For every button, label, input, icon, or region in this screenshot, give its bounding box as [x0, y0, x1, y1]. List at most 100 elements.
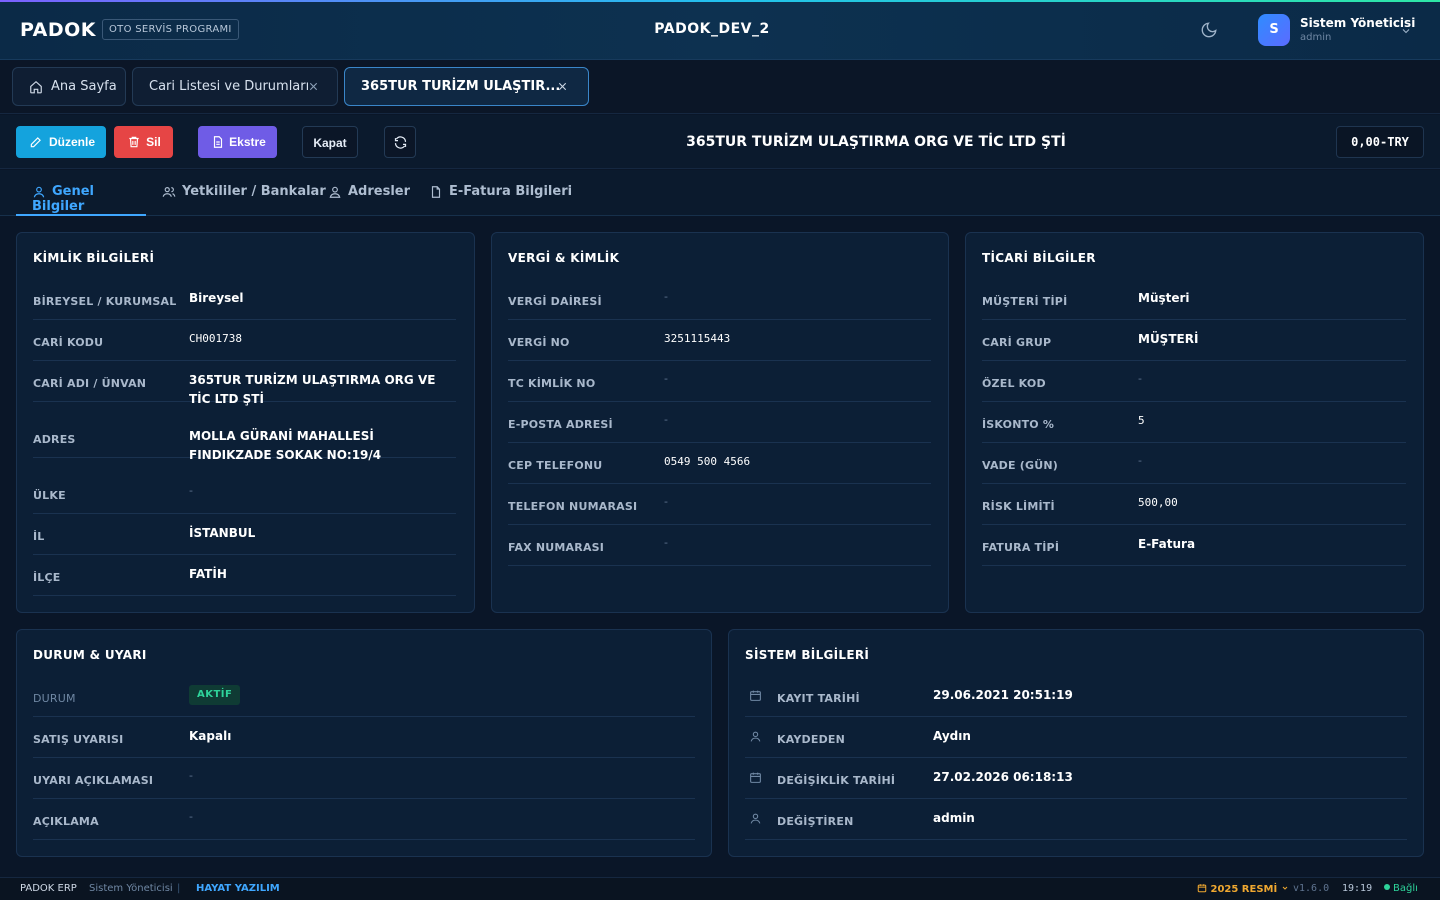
field-label: İL: [33, 530, 45, 543]
system-card: SİSTEM BİLGİLERİ KAYIT TARİHİ 29.06.2021…: [728, 629, 1424, 857]
status-app-name: PADOK ERP: [20, 883, 77, 894]
field-value: -: [664, 536, 668, 549]
field-label: UYARI AÇIKLAMASI: [33, 774, 154, 787]
calendar-icon: [750, 772, 761, 783]
user-name[interactable]: Sistem Yöneticisi: [1300, 16, 1415, 30]
field-label: E-POSTA ADRESİ: [508, 418, 613, 431]
field-value: 27.02.2026 06:18:13: [933, 770, 1073, 784]
statement-button[interactable]: Ekstre: [198, 126, 277, 158]
chevron-down-icon: [1282, 886, 1288, 890]
refresh-icon: [394, 136, 407, 149]
status-company[interactable]: HAYAT YAZILIM: [196, 883, 280, 894]
delete-button[interactable]: Sil: [114, 126, 173, 158]
field-row: ADRES MOLLA GÜRANİ MAHALLESİ FINDIKZADE …: [33, 423, 456, 462]
field-label: MÜŞTERİ TİPİ: [982, 295, 1068, 308]
document-tabs: Ana Sayfa Cari Listesi ve Durumları 365T…: [0, 60, 1440, 114]
field-value: Aydın: [933, 729, 971, 743]
field-value: -: [664, 372, 668, 385]
field-label: KAYIT TARİHİ: [777, 692, 860, 705]
field-value: 3251115443: [664, 332, 731, 345]
field-row: DEĞİŞİKLİK TARİHİ 27.02.2026 06:18:13: [745, 764, 1407, 799]
card-title: TİCARİ BİLGİLER: [982, 251, 1096, 265]
field-label: FATURA TİPİ: [982, 541, 1060, 554]
field-row: CARİ ADI / ÜNVAN 365TUR TURİZM ULAŞTIRMA…: [33, 367, 456, 406]
field-label: SATIŞ UYARISI: [33, 733, 124, 746]
field-value: CH001738: [189, 332, 242, 345]
field-value: MOLLA GÜRANİ MAHALLESİ FINDIKZADE SOKAK …: [189, 429, 382, 462]
field-row: SATIŞ UYARISI Kapalı: [33, 723, 695, 758]
field-value: -: [189, 484, 193, 497]
status-version: v1.6.0: [1293, 883, 1330, 894]
field-row: CARİ KODU CH001738: [33, 326, 456, 361]
field-row: RİSK LİMİTİ 500,00: [982, 490, 1406, 525]
tab-e-invoice[interactable]: E-Fatura Bilgileri: [429, 184, 572, 216]
field-row: TELEFON NUMARASI -: [508, 490, 931, 525]
field-row: FATURA TİPİ E-Fatura: [982, 531, 1406, 566]
tab-home[interactable]: Ana Sayfa: [12, 67, 126, 106]
field-label: VADE (GÜN): [982, 459, 1058, 472]
tab-cari-list[interactable]: Cari Listesi ve Durumları: [132, 67, 338, 106]
field-label: İLÇE: [33, 571, 61, 584]
pencil-icon: [30, 137, 41, 148]
field-value: Kapalı: [189, 729, 232, 743]
status-badge: AKTİF: [189, 685, 241, 705]
field-label: VERGİ DAİRESİ: [508, 295, 602, 308]
chevron-down-icon[interactable]: [1400, 25, 1412, 37]
field-label: BİREYSEL / KURUMSAL: [33, 295, 177, 308]
field-row: ÖZEL KOD -: [982, 367, 1406, 402]
field-row: KAYIT TARİHİ 29.06.2021 20:51:19: [745, 682, 1407, 717]
field-value: 29.06.2021 20:51:19: [933, 688, 1073, 702]
refresh-button[interactable]: [384, 126, 416, 158]
connection-status: Bağlı: [1384, 883, 1418, 894]
period-selector[interactable]: 2025 RESMİ: [1197, 883, 1289, 895]
field-value: -: [189, 810, 193, 823]
field-row: VADE (GÜN) -: [982, 449, 1406, 484]
close-icon[interactable]: [308, 81, 319, 92]
home-icon: [30, 80, 42, 94]
field-label: DEĞİŞİKLİK TARİHİ: [777, 774, 896, 787]
field-row: İSKONTO % 5: [982, 408, 1406, 443]
field-value: -: [664, 290, 668, 303]
close-button[interactable]: Kapat: [302, 126, 358, 158]
balance-display: 0,00-TRY: [1336, 126, 1424, 158]
identity-card: KİMLİK BİLGİLERİ BİREYSEL / KURUMSAL Bir…: [16, 232, 475, 613]
user-role: admin: [1300, 32, 1332, 43]
field-label: CARİ ADI / ÜNVAN: [33, 377, 147, 390]
field-label: DEĞİŞTİREN: [777, 815, 854, 828]
tax-card: VERGİ & KİMLİK VERGİ DAİRESİ - VERGİ NO …: [491, 232, 949, 613]
field-label: CARİ KODU: [33, 336, 104, 349]
avatar[interactable]: S: [1258, 14, 1290, 46]
user-icon: [750, 813, 761, 824]
field-row: MÜŞTERİ TİPİ Müşteri: [982, 285, 1406, 320]
field-label: VERGİ NO: [508, 336, 570, 349]
field-value: MÜŞTERİ: [1138, 332, 1199, 346]
field-value: admin: [933, 811, 975, 825]
field-row: FAX NUMARASI -: [508, 531, 931, 566]
field-row: TC KİMLİK NO -: [508, 367, 931, 402]
tab-contacts-banks[interactable]: Yetkililer / Bankalar: [162, 184, 326, 216]
field-row: İL İSTANBUL: [33, 520, 456, 555]
status-time: 19:19: [1342, 883, 1373, 894]
status-user: Sistem Yöneticisi: [89, 883, 173, 894]
field-label: ÜLKE: [33, 489, 66, 502]
field-label: KAYDEDEN: [777, 733, 846, 746]
edit-button[interactable]: Düzenle: [16, 126, 106, 158]
theme-toggle-moon-icon[interactable]: [1200, 21, 1218, 39]
close-icon[interactable]: [557, 81, 568, 92]
tab-current-record[interactable]: 365TUR TURİZM ULAŞTIR...: [344, 67, 589, 106]
user-icon: [33, 186, 45, 198]
field-value: FATİH: [189, 567, 227, 581]
field-value: E-Fatura: [1138, 537, 1196, 551]
field-row: İLÇE FATİH: [33, 561, 456, 596]
field-row: VERGİ DAİRESİ -: [508, 285, 931, 320]
field-row: VERGİ NO 3251115443: [508, 326, 931, 361]
tab-general-info[interactable]: Genel Bilgiler: [16, 184, 146, 216]
field-value: Müşteri: [1138, 291, 1190, 305]
field-value: Bireysel: [189, 291, 244, 305]
tab-addresses[interactable]: Adresler: [328, 184, 410, 216]
status-bar: PADOK ERP Sistem Yöneticisi | HAYAT YAZI…: [0, 877, 1440, 900]
status-card: DURUM & UYARI DURUM AKTİF SATIŞ UYARISI …: [16, 629, 712, 857]
field-label: RİSK LİMİTİ: [982, 500, 1055, 513]
field-label: TC KİMLİK NO: [508, 377, 596, 390]
trash-icon: [129, 136, 139, 148]
